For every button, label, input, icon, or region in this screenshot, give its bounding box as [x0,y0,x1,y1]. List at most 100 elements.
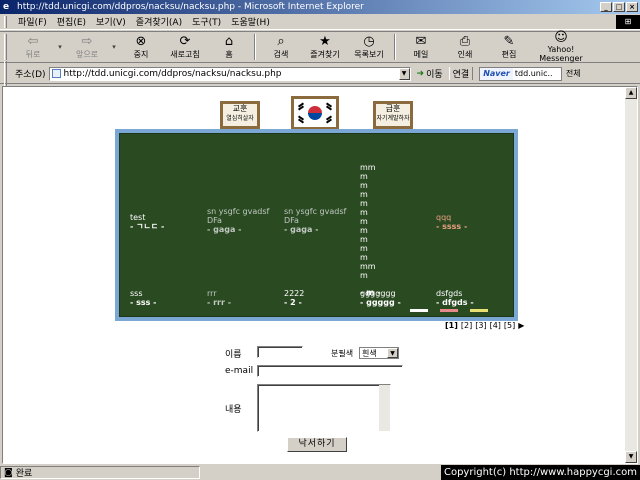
home-icon: ⌂ [224,33,234,49]
history-button[interactable]: ◷ 목록보기 [347,32,391,62]
status-text-cell: ◙ 완료 [0,466,200,479]
note-item[interactable]: sn ysgfc gvadsf DFa - gaga - [284,198,346,243]
korean-flag-icon [291,96,339,130]
back-arrow-icon: ⇦ [27,33,39,49]
back-dropdown-icon[interactable]: ▾ [55,43,65,51]
mail-icon: ✉ [415,33,427,49]
minimize-button[interactable]: _ [600,2,612,12]
page-viewport: 교훈 열심히살자 급훈 자기계발하자 test - ㄱㄴㄷ - sn ysgfc… [2,86,638,464]
pagination: [1] [2] [3] [4] [5] ▶ [444,321,525,330]
standard-toolbar: ⇦ 뒤로 ▾ ⇨ 앞으로 ▾ ⊗ 중지 ⟳ 새로고침 ⌂ 홈 ⌕ 검색 ★ 즐겨… [0,31,640,63]
address-dropdown-icon[interactable]: ▼ [398,67,410,80]
select-dropdown-icon[interactable]: ▼ [387,348,398,358]
forward-arrow-icon: ⇨ [81,33,93,49]
address-grip[interactable] [4,60,7,87]
note-item[interactable]: sn ysgfc gvadsf DFa - gaga - [207,198,269,243]
email-label: e-mail [225,366,254,376]
menu-help[interactable]: 도움말(H) [226,15,275,28]
page-content: 교훈 열심히살자 급훈 자기계발하자 test - ㄱㄴㄷ - sn ysgfc… [3,87,625,463]
menu-favorites[interactable]: 즐겨찾기(A) [131,15,187,28]
page-link-2[interactable]: [2] [460,321,473,330]
chalk-yellow [470,309,488,312]
note-item[interactable]: rrr - rrr - [207,280,231,316]
address-input[interactable]: http://tdd.unicgi.com/ddpros/nacksu/nack… [48,66,411,81]
go-arrow-icon: ➜ [416,68,425,79]
stop-icon: ⊗ [135,33,147,49]
address-url: http://tdd.unicgi.com/ddpros/nacksu/nack… [63,68,282,79]
note-item[interactable]: ggggggg - ggggg - [360,280,401,316]
favorites-button[interactable]: ★ 즐겨찾기 [303,32,347,62]
window-title-bar: e http://tdd.unicgi.com/ddpros/nacksu/na… [0,0,640,14]
window-title: http://tdd.unicgi.com/ddpros/nacksu/nack… [17,2,364,12]
naver-search-input[interactable]: tdd.unic.. [513,69,561,78]
stop-button[interactable]: ⊗ 중지 [119,32,163,62]
scroll-down-icon[interactable]: ▼ [625,451,637,463]
home-button[interactable]: ⌂ 홈 [207,32,251,62]
motto-sign-left: 교훈 열심히살자 [220,101,260,129]
naver-toolbar: Naver tdd.unic.. [479,66,562,81]
yahoo-messenger-icon: ☺ [554,30,568,45]
note-item[interactable]: 2222 - 2 - [284,280,304,316]
scroll-up-icon[interactable]: ▲ [625,87,637,99]
search-icon: ⌕ [277,33,285,49]
menu-file[interactable]: 파일(F) [13,15,52,28]
status-bar: ◙ 완료 Copyright(c) http://www.happycgi.co… [0,465,640,480]
print-button[interactable]: ⎙ 인쇄 [443,32,487,62]
page-link-4[interactable]: [4] [489,321,502,330]
address-label: 주소(D) [15,70,46,80]
chalk-white [410,309,428,312]
menu-view[interactable]: 보기(V) [91,15,131,28]
favorites-icon: ★ [319,33,331,49]
links-button[interactable]: 연결 [448,67,474,80]
refresh-button[interactable]: ⟳ 새로고침 [163,32,207,62]
chalk-color-label: 분필색 [331,349,354,358]
page-link-5[interactable]: [5] [503,321,516,330]
edit-icon: ✎ [503,33,515,49]
menu-bar: 파일(F) 편집(E) 보기(V) 즐겨찾기(A) 도구(T) 도움말(H) ⊞ [0,14,640,30]
chalk-pink [440,309,458,312]
search-button[interactable]: ⌕ 검색 [259,32,303,62]
mail-button[interactable]: ✉ 메일 [399,32,443,62]
page-link-3[interactable]: [3] [474,321,487,330]
motto-sign-right: 급훈 자기계발하자 [373,101,413,129]
back-button[interactable]: ⇦ 뒤로 [11,32,55,62]
chalk-color-select[interactable]: 흰색 ▼ [359,347,399,359]
note-item[interactable]: test - ㄱㄴㄷ - [130,204,164,240]
email-input[interactable] [257,365,403,377]
printer-icon: ⎙ [459,33,471,49]
page-done-icon: ◙ [4,467,13,478]
motto-left-title: 교훈 [232,104,248,113]
next-page-icon[interactable]: ▶ [517,321,525,330]
maximize-button[interactable]: □ [613,2,625,12]
forward-button[interactable]: ⇨ 앞으로 [65,32,109,62]
name-input[interactable] [257,346,303,358]
motto-right-title: 급훈 [385,104,401,113]
naver-logo[interactable]: Naver [480,67,513,80]
note-item[interactable]: qqq - ssss - [436,204,467,240]
vertical-scrollbar[interactable]: ▲ ▼ [625,87,637,463]
toolbar-grip[interactable] [4,34,7,60]
forward-dropdown-icon[interactable]: ▾ [109,43,119,51]
edit-button[interactable]: ✎ 편집 [487,32,531,62]
note-item[interactable]: sss - sss - [130,280,157,316]
menu-edit[interactable]: 편집(E) [52,15,91,28]
history-icon: ◷ [363,33,375,49]
menu-grip[interactable] [4,15,7,28]
yahoo-messenger-button[interactable]: ☺ Yahoo! Messenger [531,30,591,64]
address-bar: 주소(D) http://tdd.unicgi.com/ddpros/nacks… [0,60,640,87]
naver-all-button[interactable]: 전체 [566,68,581,79]
windows-logo-icon: ⊞ [616,14,640,29]
submit-button[interactable]: 낙서하기 [287,437,347,452]
motto-right-sub: 자기계발하자 [376,115,410,122]
textarea-scrollbar[interactable] [379,385,390,431]
close-button[interactable]: × [626,2,638,12]
ie-logo-icon: e [3,2,10,12]
content-textarea[interactable] [257,384,391,432]
page-link-1[interactable]: [1] [444,321,459,330]
toolbar-separator [394,34,396,60]
refresh-icon: ⟳ [179,33,191,49]
menu-tools[interactable]: 도구(T) [187,15,226,28]
chalkboard-surface: test - ㄱㄴㄷ - sn ysgfc gvadsf DFa - gaga … [119,133,514,317]
go-button[interactable]: ➜ 이동 [416,67,443,81]
name-label: 이름 [225,350,242,360]
